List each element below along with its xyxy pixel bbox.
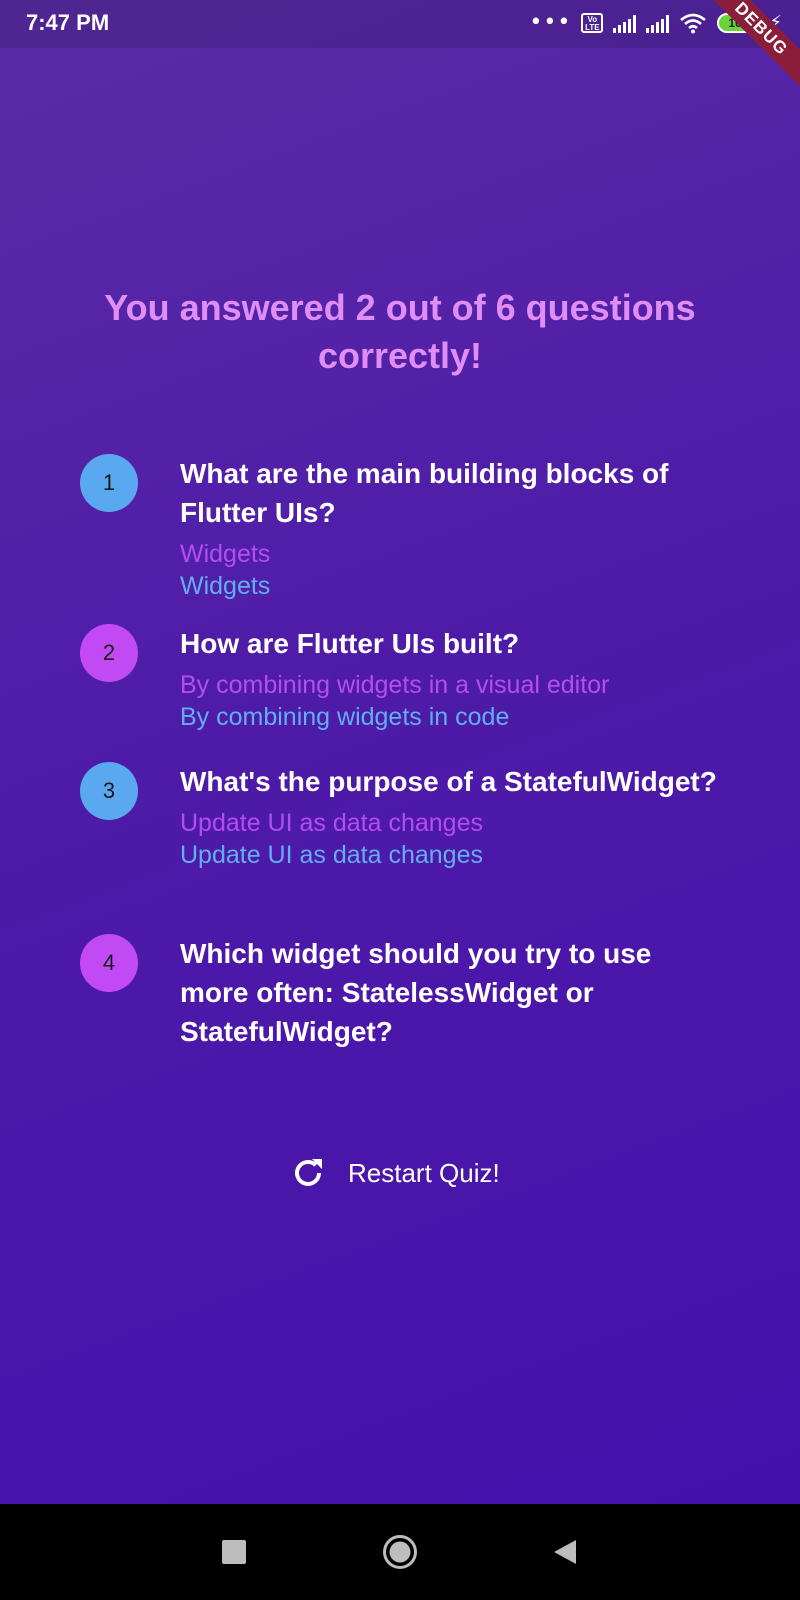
question-text: Which widget should you try to use more …: [180, 938, 652, 1047]
user-answer: By combining widgets in a visual editor: [180, 671, 610, 699]
wifi-icon: [680, 13, 707, 34]
question-text: What are the main building blocks of Flu…: [180, 458, 669, 528]
summary-text: What are the main building blocks of Flu…: [180, 454, 720, 602]
correct-answer: By combining widgets in code: [180, 703, 510, 731]
signal-strength-icon: [613, 13, 637, 33]
status-time: 7:47 PM: [26, 10, 110, 35]
question-text: How are Flutter UIs built?: [180, 628, 520, 659]
quiz-results-screen: 7:47 PM ••• Vo LTE 100 ⚡ DEBUG You answe…: [0, 0, 800, 1504]
restart-quiz-button[interactable]: Restart Quiz!: [290, 1148, 500, 1198]
back-icon[interactable]: [552, 1539, 578, 1565]
correct-answer: Widgets: [180, 572, 271, 600]
restart-quiz-label: Restart Quiz!: [348, 1157, 500, 1188]
question-text: What's the purpose of a StatefulWidget?: [180, 766, 717, 797]
correct-answer: Update UI as data changes: [180, 841, 483, 869]
status-bar: 7:47 PM ••• Vo LTE 100 ⚡ DEBUG: [0, 0, 800, 99]
question-number-badge: 3: [80, 762, 138, 820]
question-number-badge: 4: [80, 934, 138, 992]
question-number-badge: 1: [80, 454, 138, 512]
volte-icon: Vo LTE: [581, 13, 604, 33]
question-number-badge: 2: [80, 624, 138, 682]
user-answer: Widgets: [180, 540, 271, 568]
signal-strength-icon-2: [646, 13, 670, 33]
summary-text: How are Flutter UIs built? By combining …: [180, 624, 720, 733]
more-notifications-icon: •••: [529, 10, 572, 35]
recents-icon[interactable]: [222, 1540, 246, 1564]
summary-text: Which widget should you try to use more …: [180, 934, 720, 1057]
home-icon[interactable]: [382, 1534, 418, 1570]
refresh-icon: [295, 1159, 322, 1186]
results-title: You answered 2 out of 6 questions correc…: [104, 287, 696, 376]
summary-text: What's the purpose of a StatefulWidget? …: [180, 762, 720, 871]
user-answer: Update UI as data changes: [180, 809, 483, 837]
